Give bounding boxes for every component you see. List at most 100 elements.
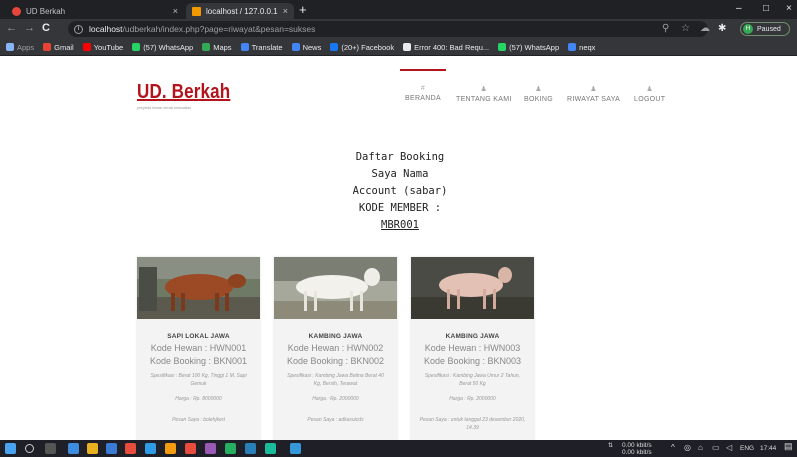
nav-riwayat-saya[interactable]: ♟ RIWAYAT SAYA xyxy=(567,85,620,103)
tab-title: localhost / 127.0.0.1 / ud_berkah xyxy=(206,6,279,16)
tab-ud-berkah[interactable]: UD Berkah × xyxy=(6,3,184,19)
logo-text: UD. Berkah xyxy=(137,81,231,103)
reload-button[interactable]: C xyxy=(42,22,50,34)
bookmark-label: YouTube xyxy=(93,42,124,52)
site-info-icon[interactable]: i xyxy=(74,24,83,34)
upload-indicator-icon: ⇅ xyxy=(608,443,614,449)
bookmark-favicon-icon xyxy=(403,43,412,51)
tab-phpmyadmin[interactable]: localhost / 127.0.0.1 / ud_berkah × xyxy=(186,3,294,19)
card-message: Pesan Saya : bolehjkert xyxy=(172,417,225,423)
bookmark-label: Translate xyxy=(251,42,283,52)
bookmark-item[interactable]: Apps xyxy=(6,43,34,52)
tab-close-icon[interactable]: × xyxy=(283,6,288,16)
bookmark-favicon-icon xyxy=(202,43,211,51)
taskbar-app-icon[interactable] xyxy=(145,443,156,454)
taskbar-app-icon[interactable] xyxy=(106,443,117,454)
network-speed-down: 0.00 kbit/s xyxy=(622,449,652,456)
minimize-button[interactable]: – xyxy=(736,3,742,14)
taskbar-app-icon[interactable] xyxy=(125,443,136,454)
animal-photo xyxy=(411,257,534,319)
profile-status: Paused xyxy=(757,25,781,33)
back-button[interactable]: ← xyxy=(6,22,17,34)
web-page: UD. Berkah penyedia hewan ternak berkual… xyxy=(0,57,797,440)
url-path: /udberkah/index.php?page=riwayat&pesan=s… xyxy=(122,24,316,34)
volume-icon[interactable]: ◁ xyxy=(726,444,732,452)
browser-tab-strip: UD Berkah × localhost / 127.0.0.1 / ud_b… xyxy=(0,0,797,19)
tab-close-icon[interactable]: × xyxy=(173,6,178,16)
language-indicator[interactable]: ENG xyxy=(740,445,754,452)
bookmark-favicon-icon xyxy=(6,43,14,51)
network-speed-up: 0.00 kbit/s xyxy=(622,442,652,449)
bookmark-item[interactable]: News xyxy=(291,42,322,52)
taskbar-app-icon[interactable] xyxy=(68,443,79,454)
bookmark-label: Apps xyxy=(17,42,35,52)
taskbar-app-icon[interactable] xyxy=(225,443,236,454)
address-bar[interactable]: i localhost /udberkah/index.php?page=riw… xyxy=(68,21,708,37)
card-price: Harga : Rp. 8000000 xyxy=(175,396,222,402)
bookmark-item[interactable]: neqx xyxy=(568,43,595,52)
search-icon[interactable] xyxy=(25,444,34,453)
avatar: H xyxy=(743,24,753,34)
nav-boking[interactable]: ♟ BOKING xyxy=(524,85,553,103)
bookmark-item[interactable]: YouTube xyxy=(82,42,124,52)
task-view-icon[interactable] xyxy=(45,443,56,454)
tray-icon[interactable]: ◎ xyxy=(684,444,691,452)
bookmark-item[interactable]: (57) WhatsApp xyxy=(132,43,193,52)
bookmark-item[interactable]: Maps xyxy=(202,43,232,52)
taskbar-app-icon[interactable] xyxy=(185,443,196,454)
card-price: Harga : Rp. 2000000 xyxy=(312,396,359,402)
booking-card: SAPI LOKAL JAWA Kode Hewan : HWN001 Kode… xyxy=(137,257,260,440)
notification-icon[interactable]: ▤ xyxy=(784,442,793,451)
close-window-button[interactable]: × xyxy=(786,3,792,14)
chevron-up-icon[interactable]: ^ xyxy=(671,444,675,452)
taskbar-app-icon[interactable] xyxy=(165,443,176,454)
bookmark-item[interactable]: Translate xyxy=(240,42,283,52)
puzzle-icon[interactable]: ✱ xyxy=(718,23,726,34)
nav-logout[interactable]: ♟ LOGOUT xyxy=(634,85,665,103)
bookmark-label: News xyxy=(302,42,322,52)
animal-photo xyxy=(274,257,397,319)
user-icon: ♟ xyxy=(646,86,653,93)
profile-button[interactable]: H Paused xyxy=(740,22,790,36)
bookmark-label: (57) WhatsApp xyxy=(143,42,194,52)
bookmark-item[interactable]: Error 400: Bad Requ... xyxy=(403,43,489,52)
nav-label: BOKING xyxy=(524,96,554,103)
user-icon: ♟ xyxy=(480,86,488,93)
bookmark-label: (20+) Facebook xyxy=(341,42,395,52)
taskbar-app-icon[interactable] xyxy=(205,443,216,454)
kode-hewan: Kode Hewan : HWN001 xyxy=(150,343,247,353)
bookmarks-bar: Apps Gmail YouTube (57) WhatsApp Maps Transla… xyxy=(0,39,797,56)
battery-icon[interactable]: ▭ xyxy=(712,444,720,452)
card-message: Pesan Saya : untuk tanggal 23 desember 2… xyxy=(419,417,526,431)
bookmark-item[interactable]: Gmail xyxy=(43,43,74,52)
file-explorer-icon[interactable] xyxy=(87,443,98,454)
site-logo[interactable]: UD. Berkah penyedia hewan ternak berkual… xyxy=(137,81,247,110)
kode-hewan: Kode Hewan : HWN003 xyxy=(424,343,521,353)
card-spec: Spesifikasi : Kambing Jawa Betina Berat … xyxy=(287,373,384,387)
taskbar-app-icon[interactable] xyxy=(245,443,256,454)
bookmark-favicon-icon xyxy=(132,43,141,51)
clock[interactable]: 17:44 xyxy=(760,445,776,452)
bookmark-item[interactable]: (57) WhatsApp xyxy=(498,43,559,52)
windows-start-icon[interactable] xyxy=(5,443,16,454)
chrome-icon[interactable] xyxy=(290,443,301,454)
phpmyadmin-favicon-icon xyxy=(192,6,201,16)
bookmark-star-icon[interactable]: ☆ xyxy=(681,23,690,34)
extension-icon[interactable]: ☁ xyxy=(700,23,710,34)
maximize-button[interactable]: □ xyxy=(763,3,769,14)
bookmark-favicon-icon xyxy=(498,43,507,51)
taskbar-app-icon[interactable] xyxy=(265,443,276,454)
kode-hewan: Kode Hewan : HWN002 xyxy=(287,343,384,353)
bookmark-item[interactable]: (20+) Facebook xyxy=(330,43,394,52)
nav-beranda[interactable]: # BERANDA xyxy=(400,69,446,102)
nav-tentang-kami[interactable]: ♟ TENTANG KAMI xyxy=(456,85,512,103)
title-line: KODE MEMBER : xyxy=(358,202,442,214)
card-title: KAMBING JAWA xyxy=(308,333,363,340)
new-tab-button[interactable]: + xyxy=(299,2,307,17)
nav-label: RIWAYAT SAYA xyxy=(567,96,621,103)
forward-button[interactable]: → xyxy=(24,22,35,34)
search-icon[interactable]: ⚲ xyxy=(662,23,669,34)
card-spec: Spesifikasi : Berat 100 Kg, Tinggi 1 M, … xyxy=(150,373,247,387)
wifi-icon[interactable]: ⌂ xyxy=(698,444,703,452)
booking-card: KAMBING JAWA Kode Hewan : HWN003 Kode Bo… xyxy=(411,257,534,440)
